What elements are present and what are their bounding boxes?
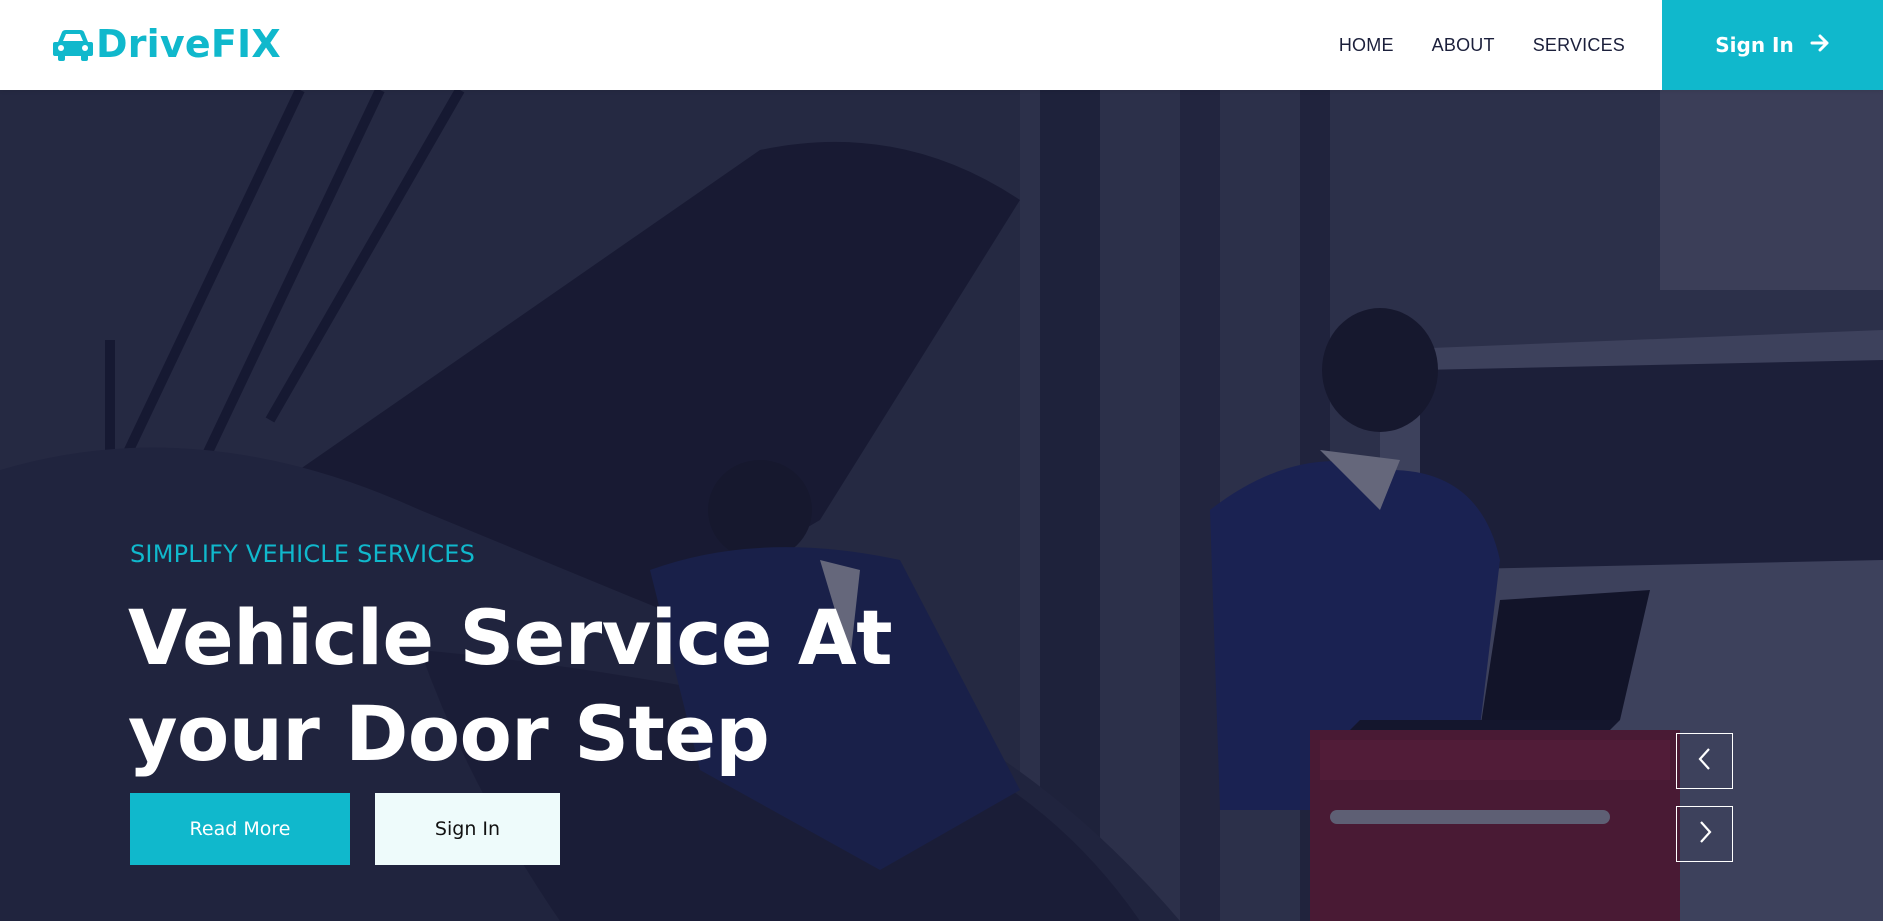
hero-section: SIMPLIFY VEHICLE SERVICES Vehicle Servic… (0, 90, 1883, 921)
car-icon (52, 27, 94, 61)
brand-name: DriveFIX (96, 22, 281, 66)
chevron-right-icon (1695, 819, 1715, 849)
hero-signin-button[interactable]: Sign In (375, 793, 560, 865)
hero-title: Vehicle Service At your Door Step (128, 593, 893, 778)
carousel-next-button[interactable] (1676, 806, 1733, 862)
nav-item-home[interactable]: HOME (1339, 35, 1394, 56)
nav-item-about[interactable]: ABOUT (1432, 35, 1495, 56)
carousel-prev-button[interactable] (1676, 733, 1733, 789)
arrow-right-icon (1810, 33, 1830, 58)
brand-logo[interactable]: DriveFIX (52, 22, 281, 66)
header-signin-button[interactable]: Sign In (1662, 0, 1883, 90)
site-header: DriveFIX HOME ABOUT SERVICES Sign In (0, 0, 1883, 90)
hero-subtitle: SIMPLIFY VEHICLE SERVICES (130, 540, 476, 568)
nav-item-services[interactable]: SERVICES (1533, 35, 1625, 56)
main-nav: HOME ABOUT SERVICES (1301, 0, 1625, 90)
chevron-left-icon (1695, 746, 1715, 776)
read-more-button[interactable]: Read More (130, 793, 350, 865)
header-signin-label: Sign In (1715, 33, 1794, 57)
